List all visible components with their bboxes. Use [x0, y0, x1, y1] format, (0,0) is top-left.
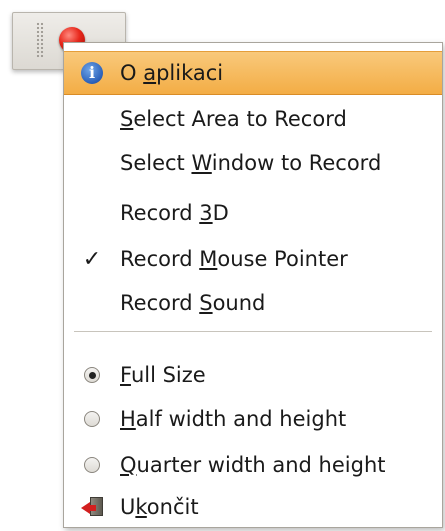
menu-item-about[interactable]: i O aplikaci — [64, 51, 442, 95]
menu-item-check-lead: ✓ — [78, 245, 106, 273]
menu-item-record-3d[interactable]: Record 3D — [64, 191, 442, 235]
menu-item-label: Record Mouse Pointer — [120, 247, 348, 271]
menu-item-label: Half width and height — [120, 407, 347, 431]
menu-item-half-size[interactable]: Half width and height — [64, 397, 442, 441]
menu-separator — [74, 331, 432, 333]
menu-item-label: Quarter width and height — [120, 453, 386, 477]
radio-unselected-icon[interactable] — [84, 411, 100, 427]
menu-item-about-lead: i — [78, 59, 106, 87]
checkmark-icon: ✓ — [82, 246, 102, 272]
menu-item-label: Select Area to Record — [120, 107, 347, 131]
menu-item-quarter-size[interactable]: Quarter width and height — [64, 443, 442, 487]
info-icon: i — [81, 62, 103, 84]
menu-item-full-size[interactable]: Full Size — [64, 353, 442, 397]
menu-item-label: Record 3D — [120, 201, 229, 225]
menu-item-label: Record Sound — [120, 291, 266, 315]
menu-item-quit-lead — [78, 493, 106, 521]
menu-item-quit[interactable]: Ukončit — [64, 485, 442, 529]
screen: i O aplikaci Select Area to Record Selec… — [0, 0, 445, 531]
radio-selected-icon[interactable] — [84, 367, 100, 383]
menu-item-label: O aplikaci — [120, 61, 224, 85]
menu-item-select-window[interactable]: Select Window to Record — [64, 141, 442, 185]
quit-door-icon — [81, 495, 103, 519]
applet-context-menu: i O aplikaci Select Area to Record Selec… — [63, 42, 443, 528]
menu-item-label: Ukončit — [120, 495, 199, 519]
menu-item-radio-lead — [78, 361, 106, 389]
menu-item-label: Full Size — [120, 363, 206, 387]
menu-item-record-mouse-pointer[interactable]: ✓ Record Mouse Pointer — [64, 237, 442, 281]
menu-item-radio-lead — [78, 405, 106, 433]
menu-item-select-area[interactable]: Select Area to Record — [64, 97, 442, 141]
menu-item-label: Select Window to Record — [120, 151, 382, 175]
radio-unselected-icon[interactable] — [84, 457, 100, 473]
grip-handle-icon[interactable] — [36, 22, 44, 58]
menu-item-radio-lead — [78, 451, 106, 479]
menu-item-record-sound[interactable]: Record Sound — [64, 281, 442, 325]
